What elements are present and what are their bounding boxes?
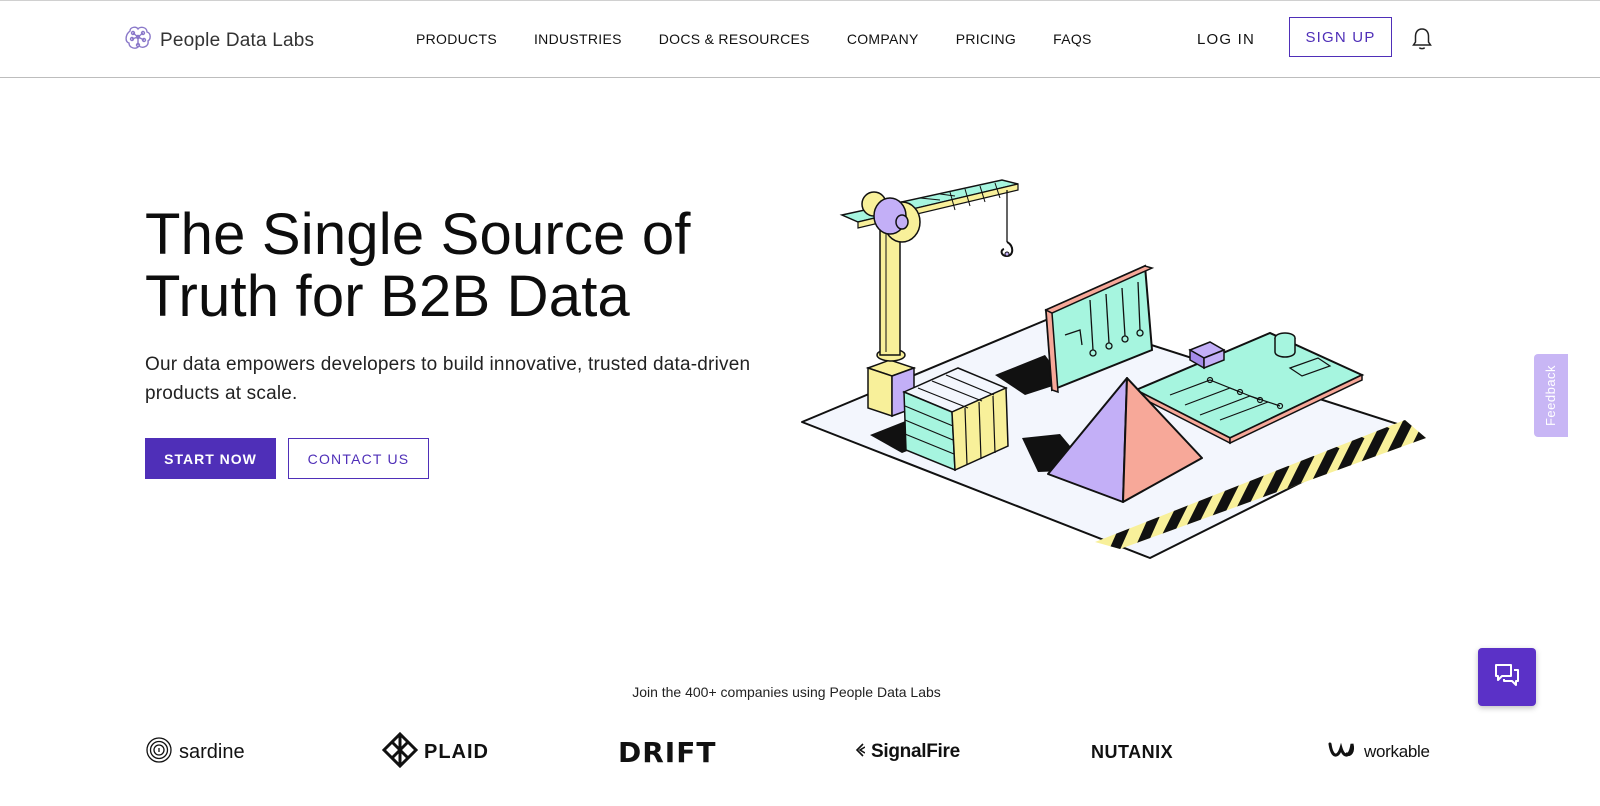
hero-title-line2: Truth for B2B Data [145, 264, 630, 329]
main-nav: PRODUCTS INDUSTRIES DOCS & RESOURCES COM… [416, 31, 1129, 47]
brain-logo-icon [124, 25, 152, 56]
logo-signalfire: SignalFire [855, 730, 960, 774]
hero-title: The Single Source of Truth for B2B Data [145, 204, 765, 328]
nav-item-industries[interactable]: INDUSTRIES [534, 31, 622, 47]
site-header: People Data Labs PRODUCTS INDUSTRIES DOC… [0, 1, 1600, 78]
feedback-tab[interactable]: Feedback [1534, 354, 1568, 437]
bell-icon[interactable] [1411, 27, 1433, 56]
brand-logo[interactable]: People Data Labs [124, 25, 314, 56]
contact-us-button[interactable]: CONTACT US [288, 438, 429, 479]
logo-workable-text: workable [1364, 742, 1430, 761]
nav-item-docs-resources[interactable]: DOCS & RESOURCES [659, 31, 810, 47]
logo-nutanix-text: NUTANIX [1091, 741, 1174, 762]
logo-drift: DRIFT [618, 730, 716, 774]
hero-illustration [790, 170, 1435, 570]
logo-workable: workable [1328, 730, 1430, 774]
hero-title-line1: The Single Source of [145, 202, 691, 267]
nav-item-company[interactable]: COMPANY [847, 31, 919, 47]
nav-item-products[interactable]: PRODUCTS [416, 31, 497, 47]
hero-subtitle: Our data empowers developers to build in… [145, 354, 751, 404]
nav-item-faqs[interactable]: FAQS [1053, 31, 1092, 47]
customer-logos: sardine PLAID DRIFT SignalFire NUTANIX w… [145, 730, 1430, 774]
workable-w-icon [1328, 740, 1358, 765]
nav-item-pricing[interactable]: PRICING [956, 31, 1016, 47]
logo-nutanix: NUTANIX [1091, 730, 1173, 774]
sardine-fingerprint-icon [145, 736, 173, 769]
logo-plaid: PLAID [381, 730, 489, 774]
customers-heading: Join the 400+ companies using People Dat… [632, 684, 941, 700]
plaid-grid-icon [381, 731, 419, 773]
logo-sardine-text: sardine [179, 740, 245, 763]
start-now-button[interactable]: START NOW [145, 438, 276, 479]
signalfire-icon [855, 742, 866, 763]
feedback-label: Feedback [1543, 364, 1559, 427]
logo-sardine: sardine [145, 730, 245, 774]
signup-button[interactable]: SIGN UP [1289, 17, 1392, 57]
logo-drift-text: DRIFT [618, 735, 717, 769]
login-link[interactable]: LOG IN [1197, 31, 1255, 48]
logo-plaid-text: PLAID [424, 740, 489, 763]
brand-name: People Data Labs [160, 29, 315, 51]
logo-signalfire-text: SignalFire [871, 741, 960, 762]
